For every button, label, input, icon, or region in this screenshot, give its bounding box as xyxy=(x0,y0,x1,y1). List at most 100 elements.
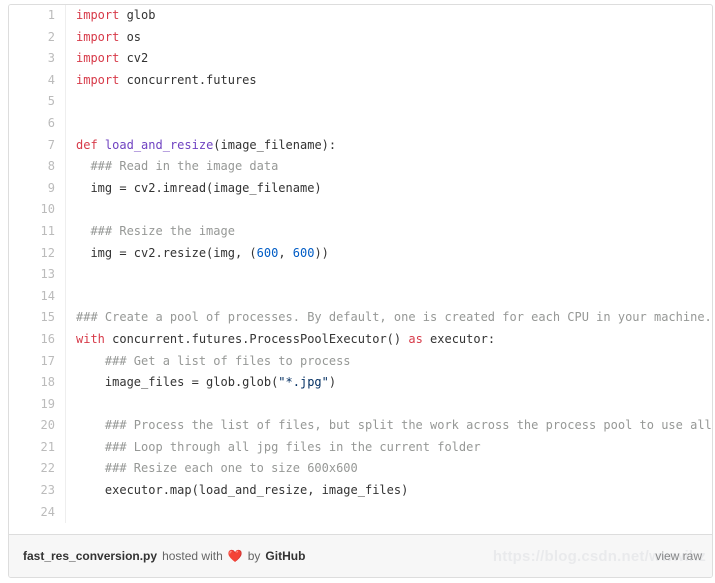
code-token: with xyxy=(76,331,105,346)
code-token: ### Resize the image xyxy=(76,223,235,238)
code-token: ### Create a pool of processes. By defau… xyxy=(76,310,712,325)
code-line: 18 image_files = glob.glob("*.jpg") xyxy=(9,372,712,394)
line-number: 5 xyxy=(9,91,66,113)
code-token: ) xyxy=(328,375,337,390)
code-token: import xyxy=(76,51,120,66)
code-line: 3 import cv2 xyxy=(9,48,712,70)
line-code[interactable] xyxy=(66,113,713,135)
code-line: 2 import os xyxy=(9,26,713,49)
code-token: executor.map(load_and_resize, image_file… xyxy=(76,483,409,498)
code-token: os xyxy=(119,29,142,44)
line-number: 17 xyxy=(9,350,66,373)
code-line: 14 xyxy=(9,285,713,308)
line-code[interactable]: import os xyxy=(66,27,713,49)
github-link[interactable]: GitHub xyxy=(265,549,305,563)
heart-icon: ❤️ xyxy=(227,549,243,563)
code-token: concurrent.futures.ProcessPoolExecutor() xyxy=(104,331,409,346)
line-number: 14 xyxy=(9,285,66,308)
view-raw-link[interactable]: view raw xyxy=(655,549,702,563)
line-code[interactable]: import glob xyxy=(66,5,713,27)
line-number: 21 xyxy=(9,436,66,459)
line-code[interactable]: image_files = glob.glob("*.jpg") xyxy=(66,372,713,394)
code-token: cv2 xyxy=(119,51,149,66)
code-token: as xyxy=(408,331,423,346)
code-token: 600 xyxy=(256,245,279,260)
code-line: 8 ### Read in the image data xyxy=(9,156,712,178)
line-number: 7 xyxy=(9,134,66,157)
code-line: 24 xyxy=(9,501,713,524)
gist-footer: fast_res_conversion.py hosted with ❤️ by… xyxy=(9,534,712,577)
line-code[interactable]: img = cv2.imread(image_filename) xyxy=(66,178,713,200)
code-token: load_and_resize xyxy=(104,137,214,152)
line-code[interactable]: ### Resize each one to size 600x600 xyxy=(66,458,713,480)
code-token: glob xyxy=(119,8,156,22)
line-number: 12 xyxy=(9,242,66,265)
line-number: 11 xyxy=(9,220,66,243)
line-code[interactable]: import cv2 xyxy=(66,48,713,70)
line-code[interactable]: ### Resize the image xyxy=(66,221,713,243)
gist-embed-container: 1 import glob 2 import os 3 import cv2 4 import… xyxy=(8,4,713,578)
by-label: by xyxy=(247,549,261,563)
code-line: 4 import concurrent.futures xyxy=(9,69,713,92)
line-number: 9 xyxy=(9,177,66,200)
code-line: 21 ### Loop through all jpg files in the… xyxy=(9,436,713,459)
code-token: def xyxy=(76,137,98,152)
code-token: image_files = glob.glob( xyxy=(76,375,279,390)
code-token: ### Loop through all jpg files in the cu… xyxy=(76,439,481,454)
line-number: 23 xyxy=(9,480,66,502)
code-line: 7 def load_and_resize(image_filename): xyxy=(9,134,713,157)
code-token: )) xyxy=(314,245,329,260)
code-token: , xyxy=(278,245,293,260)
line-code[interactable] xyxy=(66,91,713,113)
line-number: 6 xyxy=(9,112,66,135)
line-code[interactable] xyxy=(66,502,713,524)
line-code[interactable] xyxy=(66,199,713,221)
code-line: 23 executor.map(load_and_resize, image_f… xyxy=(9,480,712,502)
code-token: import xyxy=(76,29,120,44)
code-line: 9 img = cv2.imread(image_filename) xyxy=(9,177,713,200)
line-number: 3 xyxy=(9,48,66,70)
line-code[interactable]: ### Create a pool of processes. By defau… xyxy=(66,307,713,329)
line-code[interactable]: ### Loop through all jpg files in the cu… xyxy=(66,437,713,459)
code-token: img = cv2.imread(image_filename) xyxy=(76,180,322,195)
gist-filename[interactable]: fast_res_conversion.py xyxy=(23,549,157,563)
code-line: 16 with concurrent.futures.ProcessPoolExe… xyxy=(9,328,713,351)
line-number: 18 xyxy=(9,372,66,394)
code-token: (image_filename): xyxy=(213,137,337,152)
code-line: 20 ### Process the list of files, but sp… xyxy=(9,415,712,437)
code-token: concurrent.futures xyxy=(119,72,257,87)
hosted-with-label: hosted with xyxy=(162,549,223,563)
line-number: 8 xyxy=(9,156,66,178)
line-code[interactable] xyxy=(66,264,713,286)
code-table-body: 1 import glob 2 import os 3 import cv2 4 import… xyxy=(9,5,713,524)
code-token: executor: xyxy=(422,331,496,346)
line-code[interactable]: ### Process the list of files, but split… xyxy=(66,415,713,437)
code-line: 13 xyxy=(9,264,712,286)
code-line: 12 img = cv2.resize(img, (600, 600)) xyxy=(9,242,713,265)
line-code[interactable] xyxy=(66,286,713,308)
code-line: 22 ### Resize each one to size 600x600 xyxy=(9,458,713,481)
line-number: 19 xyxy=(9,393,66,416)
code-line: 6 xyxy=(9,112,713,135)
code-token: ### Resize each one to size 600x600 xyxy=(76,461,358,476)
line-number: 16 xyxy=(9,328,66,351)
code-line: 19 xyxy=(9,393,713,416)
line-number: 4 xyxy=(9,69,66,92)
code-scroll-area[interactable]: 1 import glob 2 import os 3 import cv2 4 import… xyxy=(9,5,712,534)
code-token: ### Get a list of files to process xyxy=(76,353,351,368)
line-number: 24 xyxy=(9,501,66,524)
line-code[interactable] xyxy=(66,394,713,416)
line-code[interactable]: def load_and_resize(image_filename): xyxy=(66,135,713,157)
line-number: 15 xyxy=(9,307,66,329)
code-token: "*.jpg" xyxy=(278,375,329,390)
code-token: ### Process the list of files, but split… xyxy=(76,418,712,433)
line-code[interactable]: ### Get a list of files to process xyxy=(66,351,713,373)
code-table: 1 import glob 2 import os 3 import cv2 4 import… xyxy=(9,5,713,524)
line-code[interactable]: ### Read in the image data xyxy=(66,156,713,178)
line-code[interactable]: with concurrent.futures.ProcessPoolExecu… xyxy=(66,329,713,351)
line-number: 1 xyxy=(9,5,66,27)
line-code[interactable]: executor.map(load_and_resize, image_file… xyxy=(66,480,713,502)
gist-meta: fast_res_conversion.py hosted with ❤️ by… xyxy=(23,549,305,563)
line-code[interactable]: import concurrent.futures xyxy=(66,70,713,92)
line-code[interactable]: img = cv2.resize(img, (600, 600)) xyxy=(66,243,713,265)
